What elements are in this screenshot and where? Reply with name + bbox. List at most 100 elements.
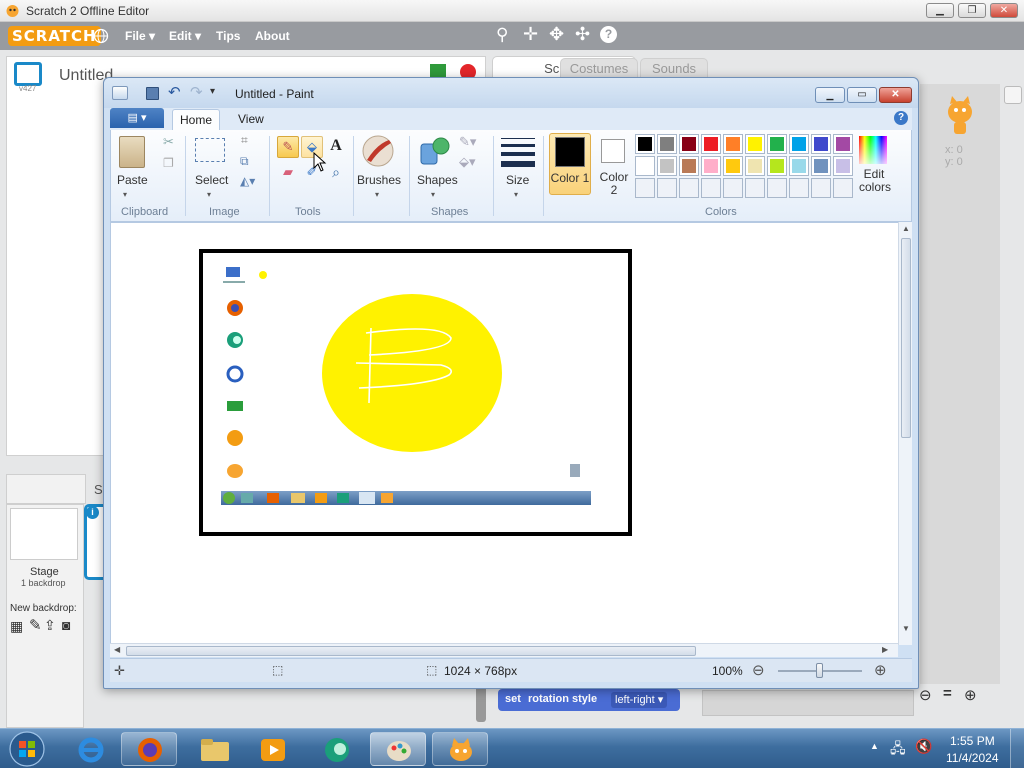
rotate-icon[interactable]: ◭▾ — [240, 174, 255, 188]
tab-view[interactable]: View — [238, 112, 264, 126]
palette-swatch[interactable] — [745, 134, 765, 154]
paintbrush-icon[interactable]: ✎ — [29, 616, 42, 634]
palette-swatch[interactable] — [635, 156, 655, 176]
shapes-button[interactable]: Shapes — [417, 174, 458, 187]
menu-edit[interactable]: Edit ▾ — [169, 29, 201, 43]
eraser-icon[interactable]: ▰ — [277, 162, 299, 184]
paste-icon[interactable] — [119, 136, 145, 168]
help-icon[interactable]: ? — [894, 111, 908, 125]
paint-close-button[interactable]: ✕ — [879, 87, 912, 103]
pencil-icon[interactable]: ✎ — [277, 136, 299, 158]
palette-swatch[interactable] — [635, 134, 655, 154]
horizontal-scrollbar[interactable]: ◀ ▶ — [110, 643, 898, 657]
zoom-in-icon[interactable]: ⊕ — [964, 686, 977, 704]
scroll-up-icon[interactable]: ▲ — [902, 224, 910, 233]
select-button[interactable]: Select — [195, 174, 228, 187]
palette-swatch[interactable] — [657, 134, 677, 154]
brushes-dropdown-icon[interactable]: ▾ — [375, 190, 379, 199]
duplicate-icon[interactable]: ⚲ — [496, 25, 508, 45]
edit-colors-icon[interactable] — [859, 136, 887, 164]
brushes-button[interactable]: Brushes — [357, 174, 401, 187]
palette-swatch[interactable] — [833, 134, 853, 154]
quick-access-dropdown-icon[interactable]: ▾ — [210, 86, 215, 97]
globe-icon[interactable] — [93, 28, 109, 44]
scratch-restore-button[interactable]: ❐ — [958, 3, 986, 18]
grow-icon[interactable]: ✥ — [549, 24, 564, 45]
shapes-dropdown-icon[interactable]: ▾ — [431, 190, 435, 199]
custom-color-slot[interactable] — [811, 178, 831, 198]
cut-icon[interactable]: ✂ — [163, 134, 174, 150]
scroll-down-icon[interactable]: ▼ — [902, 624, 910, 633]
stage-thumbnail[interactable] — [10, 508, 78, 560]
custom-color-slot[interactable] — [833, 178, 853, 198]
paste-dropdown-icon[interactable]: ▾ — [123, 190, 127, 199]
size-dropdown-icon[interactable]: ▾ — [514, 190, 518, 199]
fullscreen-icon[interactable] — [14, 62, 42, 86]
help-icon[interactable]: ? — [600, 26, 617, 43]
taskbar-firefox-button[interactable] — [121, 732, 177, 766]
custom-color-slot[interactable] — [635, 178, 655, 198]
palette-swatch[interactable] — [701, 156, 721, 176]
horizontal-scroll-thumb[interactable] — [126, 646, 696, 656]
scripts-hscroll[interactable] — [702, 690, 914, 716]
resize-icon[interactable]: ⧉ — [240, 154, 249, 169]
zoom-reset-icon[interactable]: = — [943, 685, 952, 702]
zoom-slider-thumb[interactable] — [816, 663, 823, 678]
volume-muted-icon[interactable]: 🔇 — [915, 738, 932, 755]
palette-swatch[interactable] — [767, 156, 787, 176]
size-button[interactable]: Size — [506, 174, 529, 187]
palette-swatch[interactable] — [789, 134, 809, 154]
palette-swatch[interactable] — [767, 134, 787, 154]
paint-app-icon[interactable] — [112, 86, 128, 100]
palette-scrollbar[interactable] — [476, 686, 486, 722]
zoom-in-icon[interactable]: ⊕ — [874, 661, 887, 679]
brushes-icon[interactable] — [361, 134, 395, 168]
info-icon[interactable]: i — [86, 506, 99, 519]
palette-swatch[interactable] — [679, 134, 699, 154]
paint-minimize-button[interactable]: ▁ — [815, 87, 845, 103]
rotation-style-dropdown[interactable]: left-right ▾ — [611, 692, 668, 708]
menu-tips[interactable]: Tips — [216, 29, 240, 43]
crop-icon[interactable]: ⌗ — [241, 133, 248, 148]
palette-swatch[interactable] — [811, 156, 831, 176]
taskbar-explorer-button[interactable] — [186, 732, 242, 766]
palette-swatch[interactable] — [745, 156, 765, 176]
network-icon[interactable]: 🖧 — [890, 738, 906, 762]
palette-swatch[interactable] — [833, 156, 853, 176]
start-button-icon[interactable] — [8, 731, 46, 767]
taskbar-app-button[interactable] — [308, 732, 364, 766]
vertical-scrollbar[interactable]: ▲ ▼ — [898, 222, 912, 645]
shrink-icon[interactable]: ✣ — [575, 24, 590, 45]
zoom-out-icon[interactable]: ⊖ — [752, 661, 765, 679]
taskbar-scratch-button[interactable] — [432, 732, 488, 766]
color1-button[interactable]: Color 1 — [549, 133, 591, 195]
show-desktop-button[interactable] — [1010, 729, 1024, 768]
paint-maximize-button[interactable]: ▭ — [847, 87, 877, 103]
scroll-right-icon[interactable]: ▶ — [882, 645, 888, 654]
tray-expand-icon[interactable]: ▲ — [870, 741, 879, 751]
undo-icon[interactable]: ↶ — [168, 83, 181, 101]
scroll-left-icon[interactable]: ◀ — [114, 645, 120, 654]
custom-color-slot[interactable] — [789, 178, 809, 198]
custom-color-slot[interactable] — [679, 178, 699, 198]
shapes-icon[interactable] — [419, 136, 451, 166]
color2-button[interactable]: Color 2 — [595, 133, 633, 197]
paint-backdrop-icon[interactable]: ▦ — [10, 618, 23, 635]
menu-about[interactable]: About — [255, 29, 290, 43]
palette-swatch[interactable] — [723, 134, 743, 154]
redo-icon[interactable]: ↷ — [190, 83, 203, 101]
paste-button[interactable]: Paste — [117, 174, 148, 187]
copy-icon[interactable]: ❐ — [163, 156, 174, 170]
scratch-logo[interactable]: SCRATCH — [8, 26, 101, 46]
custom-color-slot[interactable] — [723, 178, 743, 198]
taskbar-ie-button[interactable] — [62, 732, 118, 766]
menu-file[interactable]: File ▾ — [125, 29, 155, 43]
fill-style-icon[interactable]: ⬙▾ — [459, 154, 476, 170]
set-rotation-style-block[interactable]: set rotation style left-right ▾ — [498, 689, 680, 711]
palette-swatch[interactable] — [657, 156, 677, 176]
zoom-out-icon[interactable]: ⊖ — [919, 686, 932, 704]
palette-swatch[interactable] — [789, 156, 809, 176]
camera-icon[interactable]: ◙ — [62, 617, 70, 633]
taskbar-media-button[interactable] — [245, 732, 301, 766]
select-icon[interactable] — [195, 138, 225, 162]
